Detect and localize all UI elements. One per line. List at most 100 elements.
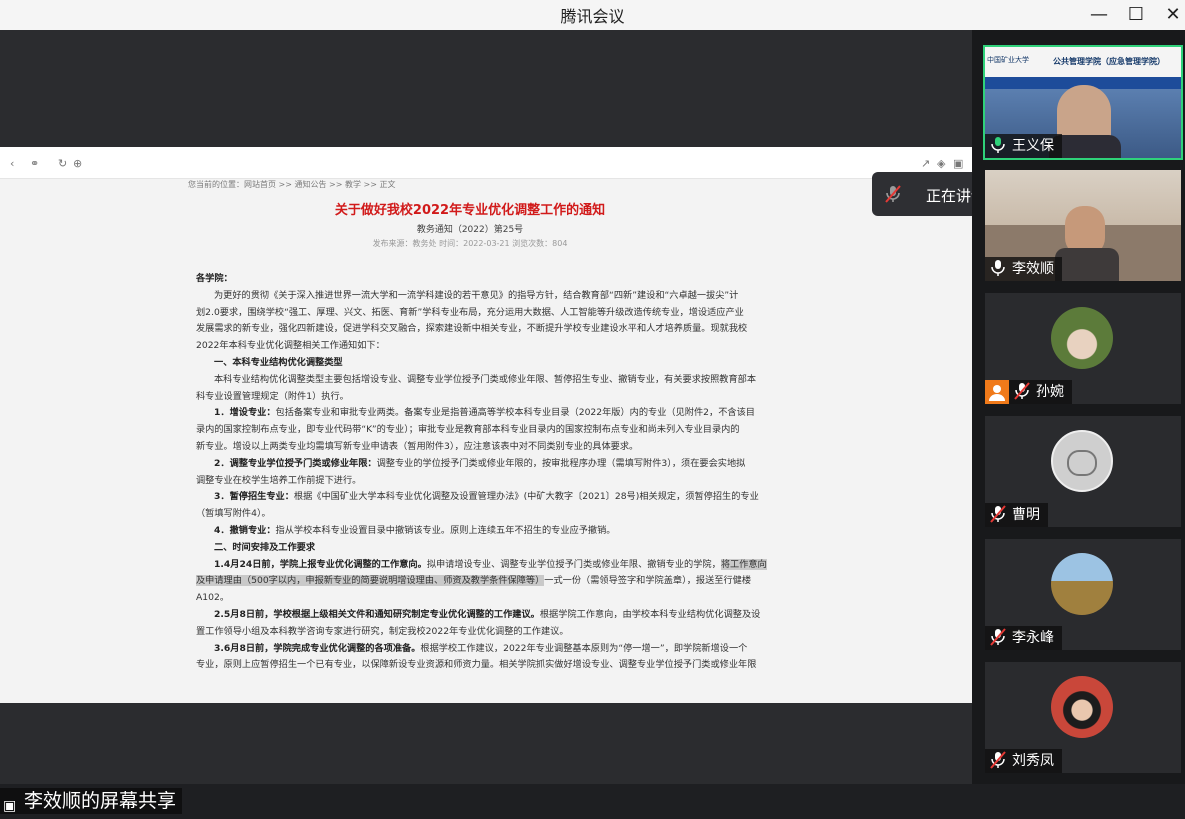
- back-arrow-icon: ‹: [10, 157, 15, 170]
- avatar: [1051, 676, 1113, 738]
- minimize-button[interactable]: —: [1081, 2, 1117, 28]
- close-button[interactable]: ✕: [1155, 2, 1185, 28]
- mic-muted-icon: [990, 505, 1006, 523]
- participant-name-label: 王义保: [985, 134, 1062, 158]
- participant-name: 刘秀凤: [1012, 753, 1054, 769]
- participant-name: 孙婉: [1036, 384, 1064, 400]
- university-name: 中国矿业大学: [987, 56, 1029, 64]
- person-shoulders: [1055, 248, 1119, 281]
- item-heading: 4．撤销专业：: [214, 524, 276, 536]
- screen-share-label: ▣ 李效顺的屏幕共享: [0, 788, 183, 814]
- participant-tile[interactable]: 李效顺: [985, 170, 1181, 281]
- sketch-drawing: [1067, 450, 1097, 476]
- paragraph-line: 划2.0要求，围绕学校“强工、厚理、兴文、拓医、育新”学科专业布局，充分运用大数…: [196, 306, 744, 318]
- user-icon: [985, 380, 1009, 404]
- avatar: [1051, 553, 1113, 615]
- maximize-button[interactable]: ☐: [1118, 2, 1154, 28]
- paragraph-line: 本科专业结构优化调整类型主要包括增设专业、调整专业学位授予门类或修业年限、暂停招…: [214, 373, 757, 385]
- participant-name-label: 刘秀凤: [985, 749, 1062, 773]
- paragraph-line: （暂填写附件4）。: [196, 508, 271, 520]
- document-page: 您当前的位置：网站首页 >> 通知公告 >> 教学 >> 正文 关于做好我校20…: [0, 179, 972, 703]
- screen-share-area: ‹ ⚭ ↻ ⊕ ↗ ◈ ▣ 您当前的位置：网站首页 >> 通知公告 >> 教学 …: [0, 30, 972, 814]
- paragraph-line: 3．暂停招生专业：根据《中国矿业大学本科专业优化调整及设置管理办法》(中矿大教字…: [196, 489, 774, 506]
- paragraph-line: A102。: [196, 592, 230, 604]
- section-heading: 二、时间安排及工作要求: [214, 541, 316, 553]
- mic-icon: [991, 137, 1005, 153]
- highlighted-text: 及申请理由（500字以内，申报新专业的简要说明增设理由、师资及教学条件保障等）: [196, 575, 545, 587]
- participant-name-label: 李效顺: [985, 257, 1062, 281]
- participant-tile[interactable]: 李永峰: [985, 539, 1181, 650]
- participant-tile[interactable]: 孙婉: [985, 293, 1181, 404]
- document-number: 教务通知（2022）第25号: [416, 225, 524, 235]
- item-heading: 3．暂停招生专业：: [214, 491, 294, 503]
- school-name: 公共管理学院（应急管理学院）: [1053, 57, 1165, 66]
- paragraph-line: 4．撤销专业：指从学校本科专业设置目录中撤销该专业。原则上连续五年不招生的专业应…: [196, 523, 774, 540]
- mic-muted-icon: [990, 628, 1006, 646]
- paragraph-line: 为更好的贯彻《关于深入推进世界一流大学和一流学科建设的若干意见》的指导方针，结合…: [214, 289, 739, 301]
- item-heading: 1.4月24日前，学院上报专业优化调整的工作意向。: [214, 558, 427, 570]
- link-icon: ⚭: [30, 157, 40, 170]
- paragraph-line: 发展需求的新专业，强化四新建设，促进学科交叉融合，探索建设新中相关专业，不断提升…: [196, 323, 748, 335]
- participant-name-label: 李永峰: [985, 626, 1062, 650]
- paragraph-line: 调整专业在校学生培养工作前提下进行。: [196, 474, 362, 486]
- refresh-icon: ↻: [58, 157, 68, 170]
- participant-name: 李永峰: [1012, 630, 1054, 646]
- item-text: 根据学院工作意向，由学校本科专业结构优化调整及设: [539, 608, 761, 620]
- paragraph-line: 录内的国家控制布点专业，即专业代码带“K”的专业）；审批专业是教育部本科专业目录…: [196, 424, 740, 436]
- mic-icon: [991, 260, 1005, 276]
- item-text: 根据《中国矿业大学本科专业优化调整及设置管理办法》(中矿大教字〔2021〕28号…: [293, 491, 759, 503]
- item-heading: 2.5月8日前，学校根据上级相关文件和通知研究制定专业优化调整的工作建议。: [214, 608, 540, 620]
- paragraph-line: 2022年本科专业优化调整相关工作通知如下：: [196, 340, 385, 352]
- participant-tile[interactable]: 曹明: [985, 416, 1181, 527]
- participant-name-label: 曹明: [985, 503, 1048, 527]
- paragraph-line: 专业，原则上应暂停招生一个已有专业，以保障新设专业资源和师资力量。相关学院抓实做…: [196, 659, 757, 671]
- participant-name-label: 孙婉: [1009, 380, 1072, 404]
- participant-sidebar: 中国矿业大学 公共管理学院（应急管理学院） 王义保 李效顺 孙婉 曹明 李永峰 …: [972, 30, 1185, 784]
- globe-icon: ⊕: [73, 157, 83, 170]
- item-heading: 1．增设专业：: [214, 407, 276, 419]
- item-text: 指从学校本科专业设置目录中撤销该专业。原则上连续五年不招生的专业应予撤销。: [275, 524, 616, 536]
- paragraph-line: 3.6月8日前，学院完成专业优化调整的各项准备。根据学校工作建议，2022年专业…: [196, 641, 774, 658]
- item-heading: 3.6月8日前，学院完成专业优化调整的各项准备。: [214, 642, 421, 654]
- browser-toolbar: ‹ ⚭ ↻ ⊕ ↗ ◈ ▣: [0, 147, 972, 179]
- paragraph-line: 2．调整专业学位授予门类或修业年限：调整专业的学位授予门类或修业年限的，按审批程…: [196, 456, 774, 473]
- participant-tile[interactable]: 中国矿业大学 公共管理学院（应急管理学院） 王义保: [983, 45, 1183, 160]
- breadcrumb: 您当前的位置：网站首页 >> 通知公告 >> 教学 >> 正文: [188, 180, 396, 189]
- item-text: 拟申请增设专业、调整专业学位授予门类或修业年限、撤销专业的学院，: [426, 558, 721, 570]
- mic-muted-icon: [1014, 382, 1030, 400]
- item-text: 一式一份（需领导签字和学院盖章），报送至行健楼: [544, 575, 752, 587]
- participant-name: 王义保: [1012, 138, 1054, 154]
- screen-share-icon: ▣: [3, 798, 17, 814]
- participant-tile[interactable]: 刘秀凤: [985, 662, 1181, 773]
- website-banner: 中国矿业大学 公共管理学院（应急管理学院）: [985, 47, 1181, 77]
- participant-name: 曹明: [1012, 507, 1040, 523]
- salutation: 各学院：: [196, 273, 233, 284]
- item-heading: 2．调整专业学位授予门类或修业年限：: [214, 457, 377, 469]
- paragraph-line: 科专业设置管理规定（附件1）执行。: [196, 390, 349, 402]
- document-title: 关于做好我校2022年专业优化调整工作的通知: [334, 203, 606, 218]
- mic-muted-icon: [990, 751, 1006, 769]
- avatar: [1051, 307, 1113, 369]
- item-text: 包括备案专业和审批专业两类。备案专业是指普通高等学校本科专业目录（2022年版）…: [275, 407, 755, 419]
- paragraph-line: 新专业。增设以上两类专业均需填写新专业申请表（暂用附件3），应注意该表中对不同类…: [196, 440, 639, 452]
- paragraph-line: 1.4月24日前，学院上报专业优化调整的工作意向。拟申请增设专业、调整专业学位授…: [196, 557, 774, 574]
- title-bar: 腾讯会议 — ☐ ✕: [0, 0, 1185, 30]
- item-text: 调整专业的学位授予门类或修业年限的，按审批程序办理（需填写附件3），须在要会实地…: [376, 457, 746, 469]
- document-body: 各学院： 为更好的贯彻《关于深入推进世界一流大学和一流学科建设的若干意见》的指导…: [196, 271, 774, 674]
- cube-icon: ◈: [937, 157, 946, 170]
- paragraph-line: 2.5月8日前，学校根据上级相关文件和通知研究制定专业优化调整的工作建议。根据学…: [196, 607, 774, 624]
- share-icon: ↗: [921, 157, 931, 170]
- item-text: 根据学校工作建议，2022年专业调整基本原则为“停一增一”，即学院新增设一个: [420, 642, 748, 654]
- highlighted-text: 将工作意向: [720, 558, 767, 570]
- section-heading: 一、本科专业结构优化调整类型: [214, 356, 343, 368]
- mic-muted-icon[interactable]: [882, 183, 904, 205]
- paragraph-line: 置工作领导小组及本科教学咨询专家进行研究，制定我校2022年专业优化调整的工作建…: [196, 625, 569, 637]
- participant-name: 李效顺: [1012, 261, 1054, 277]
- paragraph-line: 及申请理由（500字以内，申报新专业的简要说明增设理由、师资及教学条件保障等）一…: [196, 573, 774, 590]
- document-meta: 发布来源：教务处 时间：2022-03-21 浏览次数：804: [372, 239, 568, 248]
- shared-browser-window: ‹ ⚭ ↻ ⊕ ↗ ◈ ▣ 您当前的位置：网站首页 >> 通知公告 >> 教学 …: [0, 147, 972, 703]
- avatar: [1051, 430, 1113, 492]
- screen-icon: ▣: [953, 157, 964, 170]
- app-title: 腾讯会议: [560, 7, 625, 26]
- paragraph-line: 1．增设专业：包括备案专业和审批专业两类。备案专业是指普通高等学校本科专业目录（…: [196, 405, 774, 422]
